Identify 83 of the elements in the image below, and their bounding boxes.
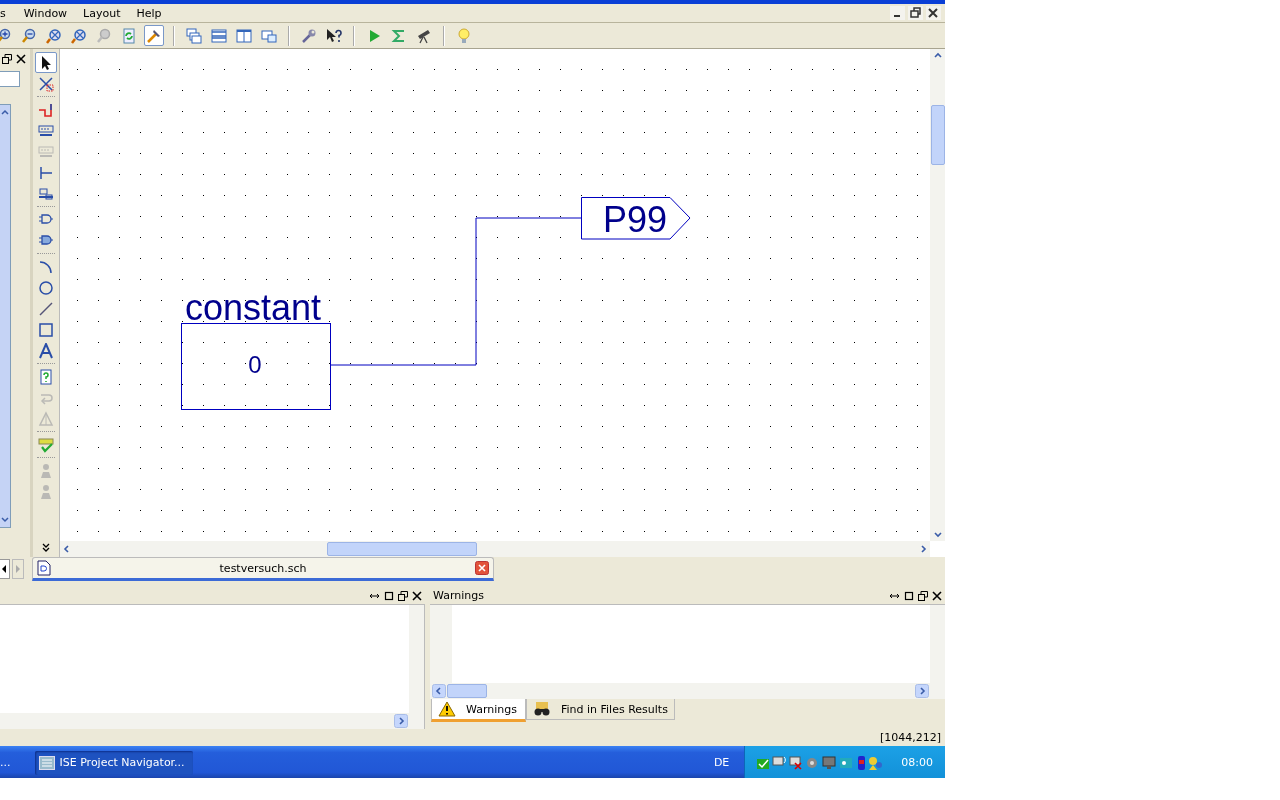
menu-item[interactable]: s <box>0 6 16 20</box>
person-icon <box>38 483 54 500</box>
list-scrollbar[interactable] <box>0 104 11 528</box>
port-label: P99 <box>603 199 668 240</box>
zoom-fit-icon <box>46 27 62 44</box>
input-field[interactable] <box>0 71 20 87</box>
wire-icon <box>38 101 54 118</box>
hammer-icon <box>146 27 162 44</box>
cursor-coordinates: [1044,212] <box>879 731 941 744</box>
restore-icon[interactable] <box>2 54 12 64</box>
close-icon[interactable] <box>412 590 422 601</box>
start-button-fragment[interactable]: ... <box>0 756 17 769</box>
scroll-right-icon[interactable] <box>915 684 929 698</box>
net-name-icon <box>38 122 54 139</box>
vertical-scrollbar[interactable] <box>409 605 424 713</box>
minimize-icon[interactable] <box>890 6 905 20</box>
close-icon[interactable] <box>926 6 941 20</box>
tile-vertical-icon <box>236 27 252 44</box>
zoom-out-icon <box>21 27 37 44</box>
chevron-down-icon[interactable] <box>41 543 51 553</box>
restore-icon[interactable] <box>398 590 408 601</box>
person-icon <box>38 462 54 479</box>
app-icon <box>38 755 55 770</box>
tile-horizontal-icon <box>211 27 227 44</box>
horizontal-scrollbar[interactable] <box>430 683 945 699</box>
tab-scroll-left-icon[interactable] <box>0 559 10 579</box>
io-marker-icon <box>38 185 54 202</box>
menu-item[interactable]: Layout <box>75 6 129 20</box>
zoom-area-icon <box>71 27 87 44</box>
move-icon <box>38 75 54 92</box>
scroll-thumb[interactable] <box>447 684 487 698</box>
panel-title: Warnings <box>433 589 484 602</box>
restore-icon[interactable] <box>918 590 928 601</box>
symbol-body[interactable] <box>181 323 331 410</box>
circle-icon <box>38 279 54 296</box>
magnifier-icon <box>96 27 112 44</box>
close-icon[interactable] <box>16 54 26 64</box>
horizontal-scrollbar[interactable] <box>60 541 930 557</box>
language-indicator[interactable]: DE <box>713 756 730 769</box>
warning-icon <box>438 701 456 717</box>
wrench-icon <box>301 27 317 44</box>
arc-icon <box>38 258 54 275</box>
bus-tap-icon <box>38 164 54 181</box>
io-port[interactable]: P99 <box>581 197 691 240</box>
cascade-windows-icon <box>186 27 202 44</box>
bus-label-icon <box>38 143 54 160</box>
maximize-icon[interactable] <box>384 590 394 601</box>
binoculars-icon <box>532 701 551 717</box>
document-tab[interactable]: testversuch.sch <box>32 557 494 581</box>
line-icon <box>38 300 54 317</box>
scroll-right-icon[interactable] <box>394 714 408 728</box>
scroll-thumb[interactable] <box>327 542 477 556</box>
text-icon <box>38 342 54 359</box>
help-document-icon <box>38 368 54 385</box>
lightbulb-icon <box>456 27 472 44</box>
triangle-icon <box>38 410 54 427</box>
menu-item[interactable]: Help <box>128 6 170 20</box>
menu-item[interactable]: Window <box>15 6 76 20</box>
check-label-icon <box>38 436 54 453</box>
refresh-icon <box>121 27 137 44</box>
toolbar-button[interactable] <box>144 25 164 46</box>
scroll-left-icon[interactable] <box>432 684 446 698</box>
symbol-value: 0 <box>248 351 262 378</box>
close-icon[interactable] <box>932 590 942 601</box>
vertical-scrollbar[interactable] <box>930 605 945 683</box>
vertical-scrollbar[interactable] <box>930 49 945 541</box>
sigma-icon <box>391 27 407 44</box>
horizontal-scrollbar[interactable] <box>0 713 424 729</box>
scroll-thumb[interactable] <box>930 105 945 165</box>
windows-icon <box>261 27 277 44</box>
restore-icon[interactable] <box>908 6 923 20</box>
palette-button[interactable] <box>35 52 57 73</box>
schematic-file-icon <box>37 560 51 576</box>
symbol-name: constant <box>185 287 322 328</box>
telescope-icon <box>416 27 432 44</box>
zoom-in-icon <box>0 27 12 44</box>
panel-tab[interactable]: Warnings <box>431 699 526 722</box>
panel-tab[interactable]: Find in Files Results <box>525 699 675 720</box>
help-pointer-icon <box>326 27 342 44</box>
taskbar-button[interactable]: ISE Project Navigator... <box>34 750 193 775</box>
maximize-icon[interactable] <box>904 590 914 601</box>
clock: 08:00 <box>901 756 933 769</box>
rectangle-icon <box>38 321 54 338</box>
